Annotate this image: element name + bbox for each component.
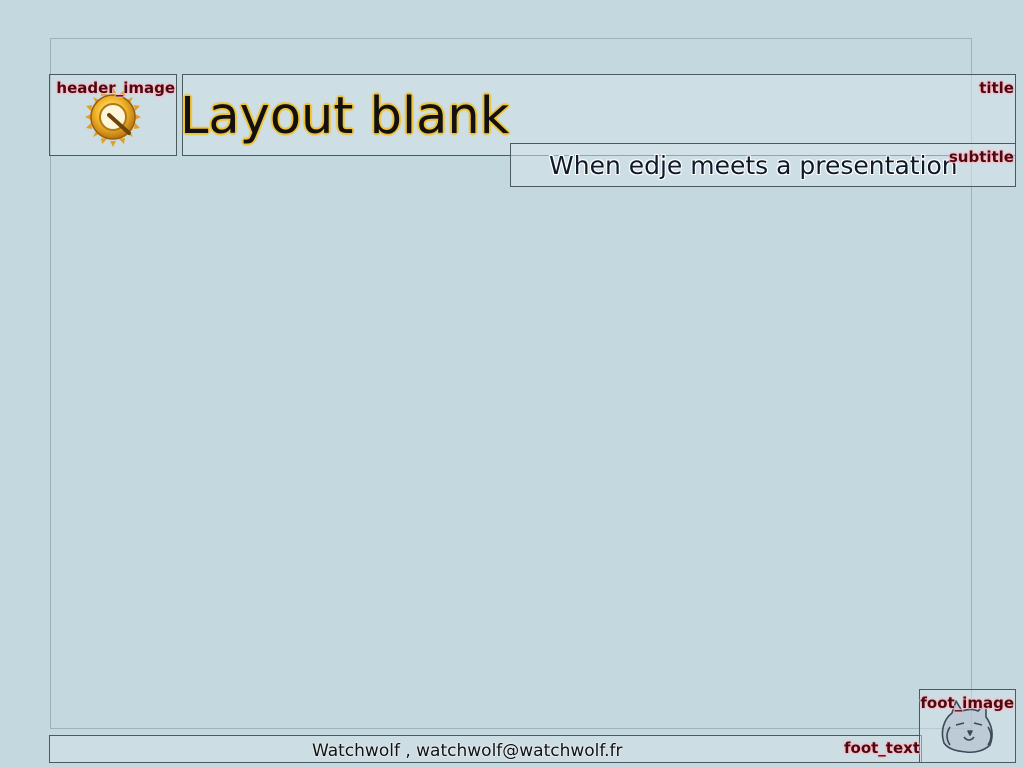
slide-canvas: header_image title Layout blank subtitle… bbox=[0, 0, 1024, 768]
slide-title: Layout blank bbox=[180, 87, 510, 146]
slide-subtitle: When edje meets a presentation bbox=[549, 151, 958, 180]
title-label: title bbox=[979, 79, 1014, 97]
subtitle-label: subtitle bbox=[948, 148, 1014, 166]
slide-foot-text: Watchwolf , watchwolf@watchwolf.fr bbox=[312, 741, 623, 761]
foot-text-label: foot_text bbox=[844, 739, 920, 757]
header-image-label: header_image bbox=[56, 79, 175, 97]
foot-image-label: foot_image bbox=[920, 694, 1014, 712]
